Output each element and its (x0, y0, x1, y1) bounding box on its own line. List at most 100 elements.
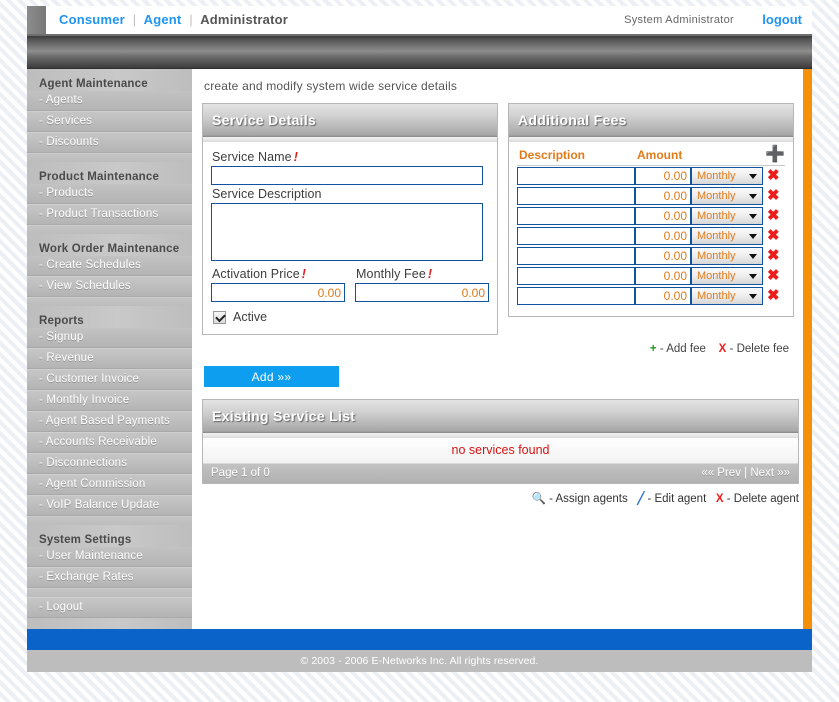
sidebar-item-exchange-rates[interactable]: - Exchange Rates (27, 567, 192, 588)
fee-row: Monthly ✖ (517, 286, 785, 306)
sidebar-item-products[interactable]: - Products (27, 184, 192, 204)
fee-description-cell (517, 246, 635, 266)
sidebar-item-customer-invoice[interactable]: - Customer Invoice (27, 369, 192, 390)
fee-period-value: Monthly (697, 230, 736, 242)
fee-amount-input[interactable] (635, 167, 691, 185)
fee-row: Monthly ✖ (517, 166, 785, 187)
orange-accent-bar (803, 69, 812, 629)
fee-description-input[interactable] (517, 247, 635, 265)
sidebar-item-agent-based-payments[interactable]: - Agent Based Payments (27, 411, 192, 432)
sidebar-item-monthly-invoice[interactable]: - Monthly Invoice (27, 390, 192, 411)
fee-description-cell (517, 206, 635, 226)
nav-link-consumer[interactable]: Consumer (59, 12, 125, 27)
active-checkbox-label: Active (233, 310, 268, 324)
fee-period-cell: Monthly (691, 186, 763, 206)
fee-period-value: Monthly (697, 170, 736, 182)
primary-nav-links: Consumer | Agent | Administrator (59, 12, 288, 27)
fee-period-cell: Monthly (691, 166, 763, 187)
sidebar-item-logout[interactable]: - Logout (27, 597, 192, 618)
activation-price-group: Activation Price! (211, 265, 345, 302)
additional-fees-panel: Additional Fees Description Amount ➕ 0.0… (508, 103, 794, 317)
nav-link-administrator[interactable]: Administrator (200, 12, 288, 27)
active-checkbox[interactable] (213, 310, 226, 324)
fee-amount-input[interactable] (635, 247, 691, 265)
sidebar-item-accounts-receivable[interactable]: - Accounts Receivable (27, 432, 192, 453)
fee-period-cell: Monthly (691, 246, 763, 266)
active-checkbox-row[interactable]: Active (211, 310, 489, 324)
fee-period-select[interactable]: Monthly (691, 167, 763, 185)
fees-legend: + - Add fee X - Delete fee (202, 343, 791, 355)
delete-fee-icon[interactable]: ✖ (763, 267, 780, 284)
service-name-label-text: Service Name (212, 150, 292, 164)
fee-period-select[interactable]: Monthly (691, 267, 763, 285)
fee-description-input[interactable] (517, 207, 635, 225)
sidebar-item-discounts[interactable]: - Discounts (27, 132, 192, 153)
monthly-fee-input[interactable] (355, 283, 489, 302)
sidebar-heading: Agent Maintenance (39, 78, 148, 90)
fee-amount-input[interactable] (635, 227, 691, 245)
nav-link-agent[interactable]: Agent (144, 12, 182, 27)
sidebar-group-gap (27, 225, 192, 234)
fee-amount-input[interactable] (635, 207, 691, 225)
sidebar-item-agents[interactable]: - Agents (27, 91, 192, 111)
magnifier-icon: 🔍 (531, 493, 546, 505)
fee-period-value: Monthly (697, 250, 736, 262)
add-button[interactable]: Add »» (204, 366, 339, 387)
fee-description-input[interactable] (517, 267, 635, 285)
logo-swatch (27, 6, 46, 34)
sidebar-item-services[interactable]: - Services (27, 111, 192, 132)
delete-fee-icon[interactable]: ✖ (763, 187, 780, 204)
activation-price-label: Activation Price! (212, 267, 345, 281)
service-description-textarea[interactable] (211, 203, 483, 261)
plus-icon[interactable]: ➕ (765, 146, 785, 163)
sidebar-item-view-schedules[interactable]: - View Schedules (27, 276, 192, 297)
fee-row: Monthly ✖ (517, 206, 785, 226)
empty-list-message: no services found (203, 438, 798, 464)
service-name-input[interactable] (211, 166, 483, 185)
delete-fee-icon[interactable]: ✖ (763, 227, 780, 244)
delete-fee-icon[interactable]: ✖ (763, 207, 780, 224)
fee-delete-cell: ✖ (763, 166, 785, 187)
existing-service-list-title: Existing Service List (203, 400, 798, 433)
sidebar-group-gap (27, 588, 192, 597)
next-page-link[interactable]: Next »» (750, 467, 790, 479)
legend-plus-icon: + (649, 343, 657, 355)
fee-period-cell: Monthly (691, 226, 763, 246)
sidebar-item-signup[interactable]: - Signup (27, 328, 192, 348)
sidebar-item-product-transactions[interactable]: - Product Transactions (27, 204, 192, 225)
sidebar-item-create-schedules[interactable]: - Create Schedules (27, 256, 192, 276)
fee-description-input[interactable] (517, 227, 635, 245)
fee-row: Monthly ✖ (517, 266, 785, 286)
sidebar-group-gap (27, 153, 192, 162)
fee-amount-input[interactable] (635, 267, 691, 285)
delete-fee-icon[interactable]: ✖ (763, 287, 780, 304)
fee-amount-input[interactable] (635, 187, 691, 205)
fee-description-input[interactable] (517, 187, 635, 205)
activation-price-input[interactable] (211, 283, 345, 302)
fees-table-body: Monthly ✖ Monthly ✖ Monthly ✖ Monthly ✖ Monthly ✖… (517, 166, 785, 307)
fee-period-select[interactable]: Monthly (691, 227, 763, 245)
fee-description-input[interactable] (517, 287, 635, 305)
fee-amount-input[interactable] (635, 287, 691, 305)
sidebar-item-disconnections[interactable]: - Disconnections (27, 453, 192, 474)
prev-page-link[interactable]: «« Prev (701, 467, 741, 479)
additional-fees-body: Description Amount ➕ Monthly✖Monthly✖Mon… (509, 142, 793, 316)
fee-period-cell: Monthly (691, 286, 763, 306)
fee-description-input[interactable] (517, 167, 635, 185)
fee-period-select[interactable]: Monthly (691, 287, 763, 305)
fee-period-cell: Monthly (691, 266, 763, 286)
sidebar-item-revenue[interactable]: - Revenue (27, 348, 192, 369)
fee-row: Monthly ✖ (517, 186, 785, 206)
monthly-fee-label: Monthly Fee! (356, 267, 489, 281)
sidebar-item-user-maintenance[interactable]: - User Maintenance (27, 547, 192, 567)
nav-separator: | (132, 12, 137, 27)
fee-period-select[interactable]: Monthly (691, 187, 763, 205)
page-caption: create and modify system wide service de… (204, 79, 458, 93)
fee-period-select[interactable]: Monthly (691, 247, 763, 265)
delete-fee-icon[interactable]: ✖ (763, 167, 780, 184)
logout-link[interactable]: logout (762, 12, 802, 27)
sidebar-item-agent-commission[interactable]: - Agent Commission (27, 474, 192, 495)
fee-period-select[interactable]: Monthly (691, 207, 763, 225)
delete-fee-icon[interactable]: ✖ (763, 247, 780, 264)
sidebar-item-voip-balance-update[interactable]: - VoIP Balance Update (27, 495, 192, 516)
